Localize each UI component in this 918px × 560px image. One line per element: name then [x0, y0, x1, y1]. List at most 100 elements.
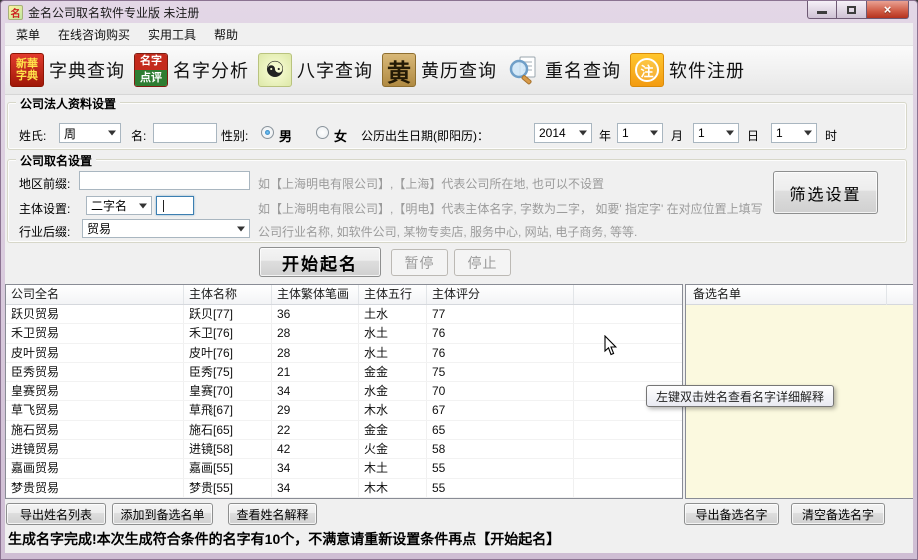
toolbar-button-register[interactable]: 注 软件注册 — [630, 53, 745, 87]
birth-hour-select[interactable]: 1 — [771, 123, 817, 143]
gender-female-label: 女 — [334, 126, 347, 145]
tooltip: 左键双击姓名查看名字详细解释 — [646, 385, 834, 407]
chevron-down-icon — [804, 131, 812, 136]
table-cell: 跃贝贸易 — [6, 305, 184, 323]
export-candidates-button[interactable]: 导出备选名字 — [684, 503, 779, 525]
table-cell: 21 — [272, 363, 359, 381]
table-cell: 梦贵贸易 — [6, 479, 184, 497]
table-cell: 皇赛[70] — [184, 382, 272, 400]
clear-candidates-button[interactable]: 清空备选名字 — [791, 503, 885, 525]
birth-year-select[interactable]: 2014 — [534, 123, 592, 143]
close-button[interactable]: × — [867, 1, 909, 19]
candidate-list-title: 备选名单 — [686, 285, 913, 304]
chevron-down-icon — [650, 131, 658, 136]
table-row[interactable]: 梦贵贸易梦贵[55]34木木55 — [6, 479, 682, 498]
day-value: 1 — [698, 126, 705, 140]
table-cell: 67 — [427, 401, 574, 419]
stop-button: 停止 — [454, 249, 511, 276]
table-cell — [574, 479, 682, 497]
table-cell — [574, 363, 682, 381]
text-caret — [163, 200, 164, 212]
add-to-candidates-button[interactable]: 添加到备选名单 — [112, 503, 213, 525]
birth-day-select[interactable]: 1 — [693, 123, 739, 143]
table-row[interactable]: 皮叶贸易皮叶[76]28水土76 — [6, 344, 682, 363]
toolbar-label: 名字分析 — [173, 57, 249, 83]
chevron-down-icon — [237, 226, 245, 231]
view-name-explanation-button[interactable]: 查看姓名解释 — [228, 503, 317, 525]
given-name-input[interactable] — [153, 123, 217, 143]
subject-hint: 如【上海明电有限公司】,【明电】代表主体名字, 字数为二字， 如要' 指定字' … — [258, 200, 763, 217]
subject-type-select[interactable]: 二字名 — [86, 196, 152, 215]
table-row[interactable]: 臣秀贸易臣秀[75]21金金75 — [6, 363, 682, 382]
toolbar-button-name-analysis[interactable]: 名字点评 名字分析 — [134, 53, 249, 87]
table-cell: 进镜[58] — [184, 440, 272, 458]
results-table-header[interactable]: 公司全名 主体名称 主体繁体笔画 主体五行 主体评分 — [6, 285, 682, 305]
industry-suffix-select[interactable]: 贸易 — [82, 219, 250, 238]
table-cell: 36 — [272, 305, 359, 323]
maximize-button[interactable] — [837, 1, 867, 19]
menu-item-main[interactable]: 菜单 — [7, 23, 49, 46]
table-row[interactable]: 施石贸易施石[65]22金金65 — [6, 421, 682, 440]
month-unit-label: 月 — [671, 127, 683, 144]
toolbar-button-dictionary[interactable]: 新華字典 字典查询 — [10, 53, 125, 87]
region-prefix-input[interactable] — [79, 171, 250, 190]
toolbar-label: 黄历查询 — [421, 57, 497, 83]
table-cell: 28 — [272, 324, 359, 342]
column-header-wuxing[interactable]: 主体五行 — [359, 285, 427, 304]
table-row[interactable]: 禾卫贸易禾卫[76]28水土76 — [6, 324, 682, 343]
table-row[interactable]: 进镜贸易进镜[58]42火金58 — [6, 440, 682, 459]
table-row[interactable]: 皇赛贸易皇赛[70]34水金70 — [6, 382, 682, 401]
toolbar-button-almanac[interactable]: 黄 黄历查询 — [382, 53, 497, 87]
table-cell: 臣秀贸易 — [6, 363, 184, 381]
toolbar-button-duplicate-name[interactable]: 重名查询 — [506, 53, 621, 87]
gender-male-radio[interactable] — [261, 126, 274, 139]
status-text: 生成名字完成!本次生成符合条件的名字有10个，不满意请重新设置条件再点【开始起名… — [8, 529, 908, 549]
table-row[interactable]: 嘉画贸易嘉画[55]34木土55 — [6, 459, 682, 478]
filter-settings-button[interactable]: 筛选设置 — [773, 171, 878, 214]
table-cell: 木木 — [359, 479, 427, 497]
app-icon: 名 — [8, 5, 23, 20]
menu-item-purchase[interactable]: 在线咨询购买 — [49, 23, 139, 46]
naming-settings-group-title: 公司取名设置 — [16, 152, 96, 169]
table-cell: 木水 — [359, 401, 427, 419]
table-cell: 禾卫贸易 — [6, 324, 184, 342]
titlebar[interactable]: 名 金名公司取名软件专业版 未注册 × — [1, 1, 917, 23]
gender-female-radio[interactable] — [316, 126, 329, 139]
table-cell: 草飛[67] — [184, 401, 272, 419]
table-cell: 22 — [272, 421, 359, 439]
subject-char-input[interactable] — [156, 196, 194, 215]
birth-month-select[interactable]: 1 — [617, 123, 663, 143]
region-prefix-label: 地区前缀: — [19, 175, 70, 192]
menu-item-tools[interactable]: 实用工具 — [139, 23, 205, 46]
surname-value: 周 — [64, 125, 76, 142]
register-icon: 注 — [630, 53, 664, 87]
pause-button: 暂停 — [391, 249, 448, 276]
table-row[interactable]: 跃贝贸易跃贝[77]36土水77 — [6, 305, 682, 324]
column-header-subject[interactable]: 主体名称 — [184, 285, 272, 304]
table-cell: 65 — [427, 421, 574, 439]
toolbar-label: 字典查询 — [49, 57, 125, 83]
table-cell: 70 — [427, 382, 574, 400]
client-area: 菜单 在线咨询购买 实用工具 帮助 新華字典 字典查询 名字点评 名字分析 ☯ … — [5, 23, 913, 553]
minimize-icon — [817, 11, 827, 14]
table-cell: 水土 — [359, 324, 427, 342]
menu-item-help[interactable]: 帮助 — [205, 23, 247, 46]
table-cell: 金金 — [359, 421, 427, 439]
toolbar: 新華字典 字典查询 名字点评 名字分析 ☯ 八字查询 黄 黄历查询 — [5, 45, 913, 95]
close-icon: × — [884, 2, 892, 17]
minimize-button[interactable] — [807, 1, 837, 19]
results-table[interactable]: 公司全名 主体名称 主体繁体笔画 主体五行 主体评分 跃贝贸易跃贝[77]36土… — [5, 284, 683, 499]
surname-select[interactable]: 周 — [59, 123, 121, 143]
toolbar-button-bazi[interactable]: ☯ 八字查询 — [258, 53, 373, 87]
mouse-cursor — [604, 335, 618, 361]
column-header-score[interactable]: 主体评分 — [427, 285, 574, 304]
start-naming-button[interactable]: 开始起名 — [259, 247, 381, 277]
export-name-list-button[interactable]: 导出姓名列表 — [6, 503, 106, 525]
candidate-list-header[interactable]: 备选名单 — [686, 285, 913, 305]
column-header-strokes[interactable]: 主体繁体笔画 — [272, 285, 359, 304]
table-row[interactable]: 草飞贸易草飛[67]29木水67 — [6, 401, 682, 420]
toolbar-label: 八字查询 — [297, 57, 373, 83]
table-cell: 草飞贸易 — [6, 401, 184, 419]
dictionary-icon: 新華字典 — [10, 53, 44, 87]
column-header-fullname[interactable]: 公司全名 — [6, 285, 184, 304]
